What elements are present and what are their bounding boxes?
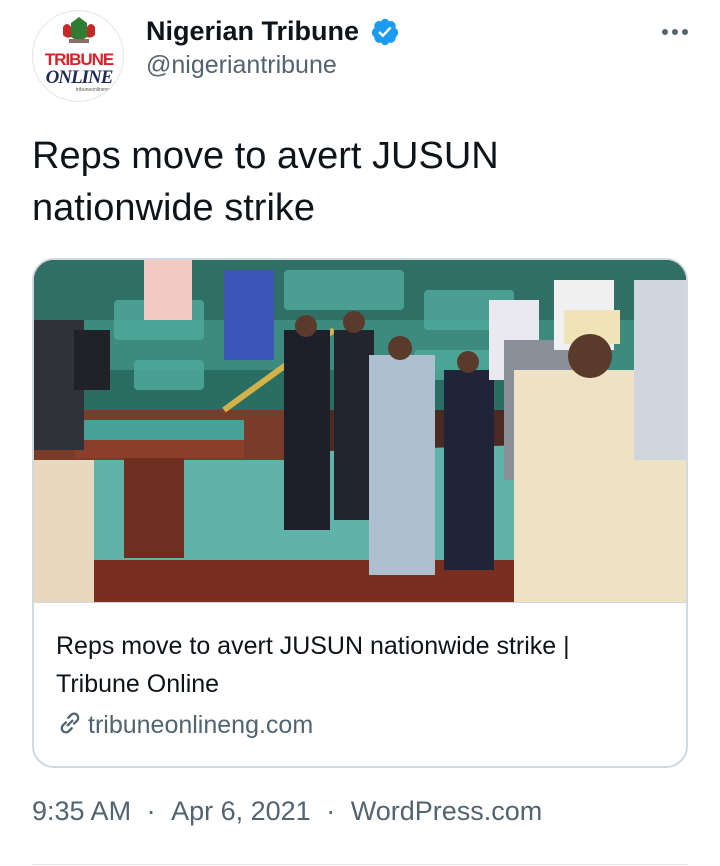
card-title: Reps move to avert JUSUN nationwide stri… [56,632,570,698]
tweet-header: TRIBUNE ONLINE tribuneonlineng Nigerian … [32,6,700,102]
tweet-text: Reps move to avert JUSUN nationwide stri… [32,135,499,229]
verified-badge-icon [371,18,398,45]
card-domain-text: tribuneonlineng.com [88,711,314,739]
user-handle[interactable]: @nigeriantribune [146,51,400,80]
meta-separator: · [326,796,336,826]
svg-text:ONLINE: ONLINE [46,67,113,88]
card-info[interactable]: Reps move to avert JUSUN nationwide stri… [34,602,686,766]
link-icon [60,712,80,734]
divider [32,864,688,865]
tribune-logo: TRIBUNE ONLINE tribuneonlineng [45,17,115,93]
tweet-time[interactable]: 9:35 AM [32,796,131,827]
svg-text:tribuneonlineng: tribuneonlineng [76,87,110,93]
avatar[interactable]: TRIBUNE ONLINE tribuneonlineng [32,10,124,102]
tweet-meta: 9:35 AM · Apr 6, 2021 · WordPress.com [32,796,542,827]
more-icon[interactable] [660,22,696,42]
tweet-date[interactable]: Apr 6, 2021 [171,796,311,827]
card-domain: tribuneonlineng.com [56,709,313,740]
card-image[interactable] [34,260,686,602]
tweet-source[interactable]: WordPress.com [351,796,543,827]
meta-separator: · [146,796,156,826]
display-name[interactable]: Nigerian Tribune [146,16,359,47]
user-info: Nigerian Tribune @nigeriantribune [146,16,400,80]
link-card[interactable]: Reps move to avert JUSUN nationwide stri… [32,258,688,768]
